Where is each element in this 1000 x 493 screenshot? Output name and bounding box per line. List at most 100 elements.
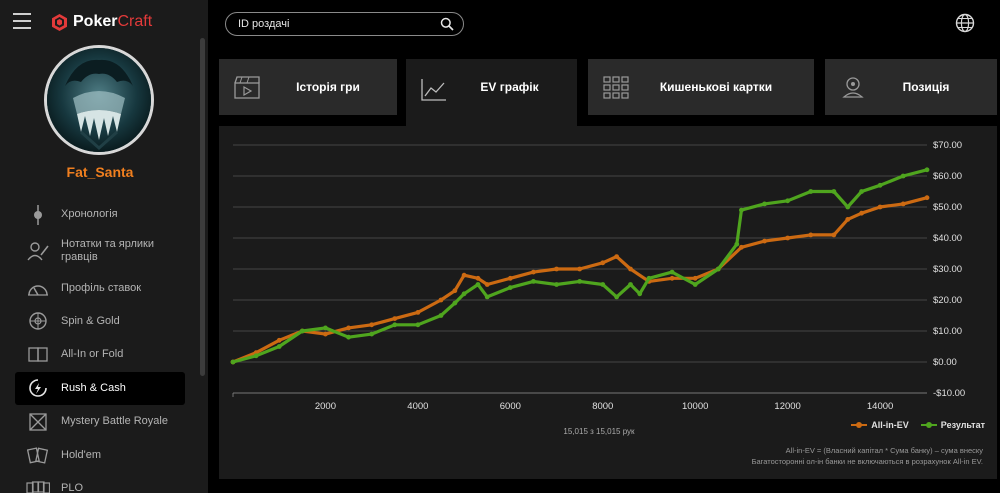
series-point-1[interactable]	[230, 359, 236, 365]
y-tick-label: $60.00	[933, 171, 962, 182]
sidebar-item-mystery-battle-royale[interactable]: Mystery Battle Royale	[15, 405, 185, 438]
legend-item-result[interactable]: Результат	[920, 420, 985, 430]
series-point-1[interactable]	[507, 285, 513, 290]
app-window: Poker Craft Fat_Santa Хронологія Нотатки…	[0, 0, 1000, 493]
series-point-0[interactable]	[831, 232, 837, 238]
series-point-1[interactable]	[531, 279, 536, 284]
series-point-0[interactable]	[461, 272, 467, 278]
series-point-0[interactable]	[438, 297, 444, 303]
sidebar-item-spin-gold[interactable]: Spin & Gold	[15, 305, 185, 338]
series-point-0[interactable]	[392, 316, 398, 321]
series-point-1[interactable]	[715, 266, 721, 272]
series-point-1[interactable]	[369, 331, 375, 337]
avatar[interactable]	[44, 45, 154, 155]
series-point-1[interactable]	[554, 282, 559, 287]
series-point-1[interactable]	[600, 282, 606, 287]
series-point-1[interactable]	[346, 334, 351, 340]
tab-position[interactable]: Позиція	[825, 59, 997, 115]
tab-pocket-cards[interactable]: Кишенькові картки	[588, 59, 814, 115]
series-point-1[interactable]	[808, 189, 814, 194]
series-point-1[interactable]	[845, 204, 851, 210]
series-point-1[interactable]	[392, 322, 398, 328]
search-input[interactable]	[238, 16, 433, 32]
series-point-1[interactable]	[614, 294, 620, 300]
series-point-1[interactable]	[628, 282, 633, 287]
series-point-1[interactable]	[484, 294, 490, 300]
series-point-1[interactable]	[637, 291, 643, 297]
series-point-1[interactable]	[900, 173, 906, 179]
legend-item-all-in-ev[interactable]: All-in-EV	[851, 420, 909, 430]
y-tick-label: -$10.00	[933, 388, 965, 399]
series-point-1[interactable]	[577, 279, 583, 284]
sidebar-item-rush-cash[interactable]: Rush & Cash	[15, 371, 185, 405]
series-point-0[interactable]	[475, 275, 481, 281]
series-point-0[interactable]	[614, 254, 620, 259]
sidebar-item-all-in-or-fold[interactable]: All-In or Fold	[15, 338, 185, 371]
series-point-1[interactable]	[669, 269, 675, 275]
series-point-1[interactable]	[877, 182, 883, 188]
ev-formula-note: All-in-EV = (Власний капітал * Сума банк…	[752, 445, 983, 467]
series-point-0[interactable]	[692, 275, 698, 281]
series-point-0[interactable]	[531, 269, 536, 275]
logo-text-poker: Poker	[73, 13, 118, 30]
tab-ev-graph[interactable]: EV графік	[406, 59, 577, 126]
series-point-0[interactable]	[924, 195, 930, 201]
search-icon[interactable]	[440, 17, 454, 31]
series-point-0[interactable]	[369, 322, 375, 328]
series-point-1[interactable]	[739, 207, 744, 213]
series-point-1[interactable]	[859, 189, 864, 194]
sidebar-item-holdem[interactable]: Hold'em	[15, 438, 185, 471]
series-point-0[interactable]	[484, 282, 490, 287]
series-point-1[interactable]	[785, 198, 791, 204]
series-point-1[interactable]	[276, 344, 282, 349]
series-point-1[interactable]	[475, 282, 481, 287]
series-point-0[interactable]	[669, 275, 675, 281]
series-point-0[interactable]	[859, 210, 864, 216]
sidebar-item-timeline[interactable]: Хронологія	[15, 198, 185, 231]
series-point-0[interactable]	[600, 260, 606, 266]
series-point-1[interactable]	[438, 313, 444, 318]
series-point-1[interactable]	[323, 325, 328, 331]
series-point-0[interactable]	[845, 217, 851, 222]
rush-cash-icon	[25, 378, 51, 398]
series-point-1[interactable]	[762, 201, 767, 207]
series-point-0[interactable]	[415, 310, 421, 315]
series-point-1[interactable]	[253, 353, 259, 359]
app-logo[interactable]: Poker Craft	[52, 12, 152, 32]
series-point-1[interactable]	[831, 189, 837, 194]
series-point-0[interactable]	[323, 331, 328, 337]
sidebar-item-label: Профіль ставок	[61, 281, 142, 294]
series-point-0[interactable]	[452, 288, 458, 294]
series-point-0[interactable]	[900, 201, 906, 207]
menu-icon[interactable]	[13, 13, 31, 29]
series-point-0[interactable]	[739, 244, 744, 250]
series-point-0[interactable]	[877, 204, 883, 210]
series-point-1[interactable]	[692, 282, 698, 287]
tab-game-history[interactable]: Історія гри	[219, 59, 397, 115]
series-point-1[interactable]	[461, 291, 467, 297]
sidebar-item-player-notes[interactable]: Нотатки та ярлики гравців	[15, 231, 185, 271]
series-point-1[interactable]	[924, 167, 930, 173]
series-point-0[interactable]	[762, 238, 767, 244]
y-tick-label: $70.00	[933, 140, 962, 151]
series-point-0[interactable]	[346, 325, 351, 331]
series-point-1[interactable]	[646, 275, 652, 281]
series-point-1[interactable]	[299, 328, 305, 334]
series-point-0[interactable]	[554, 266, 559, 272]
series-point-0[interactable]	[785, 235, 791, 241]
sidebar-item-label: Rush & Cash	[61, 381, 126, 394]
series-point-0[interactable]	[577, 266, 583, 272]
sidebar-scrollbar[interactable]	[200, 38, 205, 376]
series-point-1[interactable]	[415, 322, 421, 328]
username: Fat_Santa	[66, 164, 134, 180]
ev-exclusion-line: Багатосторонні ол-ін банки не включаютьс…	[751, 457, 983, 466]
sidebar-item-betting-profile[interactable]: Профіль ставок	[15, 271, 185, 304]
series-point-0[interactable]	[628, 266, 633, 272]
series-point-1[interactable]	[734, 241, 740, 247]
series-point-0[interactable]	[507, 275, 513, 281]
globe-icon[interactable]	[955, 13, 975, 33]
series-point-0[interactable]	[808, 232, 814, 238]
series-point-1[interactable]	[452, 300, 458, 306]
sidebar-item-plo[interactable]: PLO	[15, 472, 185, 493]
series-point-0[interactable]	[276, 337, 282, 343]
